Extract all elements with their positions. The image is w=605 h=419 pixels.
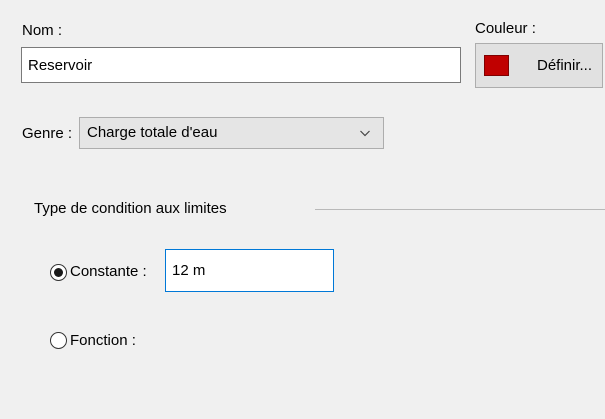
color-swatch <box>484 55 509 76</box>
color-label: Couleur : <box>475 20 536 37</box>
chevron-down-icon <box>360 130 370 137</box>
genre-selected-value: Charge totale d'eau <box>87 124 218 141</box>
group-divider <box>315 209 605 210</box>
constante-label[interactable]: Constante : <box>70 263 147 281</box>
name-label: Nom : <box>22 22 63 39</box>
fonction-label[interactable]: Fonction : <box>70 332 136 350</box>
genre-label: Genre : <box>22 125 73 142</box>
fonction-radio[interactable] <box>50 332 67 349</box>
name-input[interactable] <box>21 47 461 83</box>
define-color-button[interactable]: Définir... <box>475 43 603 88</box>
define-button-label: Définir... <box>537 57 593 74</box>
genre-dropdown[interactable]: Charge totale d'eau <box>79 117 384 149</box>
boundary-condition-group-title: Type de condition aux limites <box>34 200 227 217</box>
constante-radio[interactable] <box>50 264 67 281</box>
constant-value-input[interactable] <box>165 249 334 292</box>
